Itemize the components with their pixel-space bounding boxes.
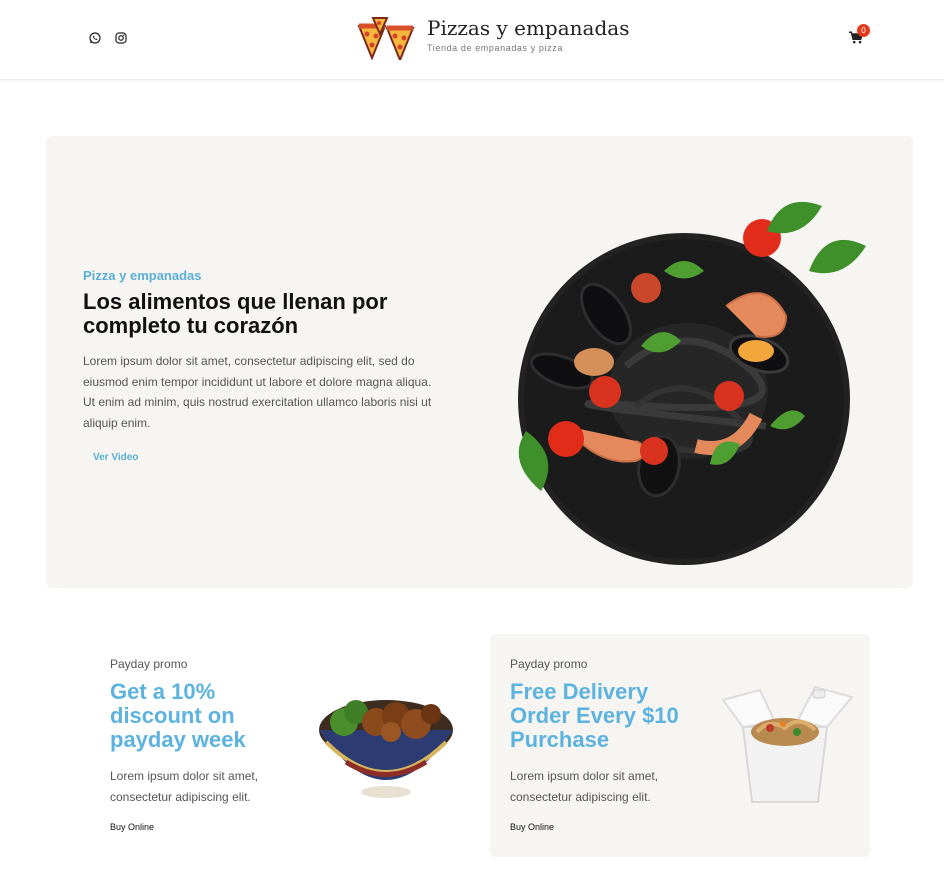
promo-card-delivery: Payday promo Free Delivery Order Every $… [490,634,870,857]
hero-title: Los alimentos que llenan por completo tu… [83,289,388,338]
whatsapp-icon[interactable] [88,31,102,45]
promo-description: Lorem ipsum dolor sit amet, consectetur … [510,769,659,804]
promo-card-discount: Payday promo Get a 10% discount on payda… [90,634,470,857]
pizza-logo-icon[interactable] [357,16,415,63]
site-header: Pizzas y empanadas Tienda de empanadas y… [0,0,944,80]
hero-kicker: Pizza y empanadas [83,268,202,283]
instagram-icon[interactable] [114,31,128,45]
hero-section: Pizza y empanadas Los alimentos que llen… [46,136,913,588]
pasta-plate-image [518,201,866,565]
promo-description: Lorem ipsum dolor sit amet, consectetur … [110,769,259,804]
buy-online-link[interactable]: Buy Online [510,822,554,832]
hero-description: Lorem ipsum dolor sit amet, consectetur … [83,354,432,430]
promo-kicker: Payday promo [510,657,588,671]
buy-online-link[interactable]: Buy Online [110,822,154,832]
cart-count-badge: 0 [857,24,870,37]
promo-title: Get a 10% discount on payday week [110,679,246,752]
promo-kicker: Payday promo [110,657,188,671]
brand-title[interactable]: Pizzas y empanadas [427,16,629,40]
noodle-box-image [721,685,854,803]
watch-video-link[interactable]: Ver Video [93,452,138,463]
rice-bowl-image [319,700,453,798]
promo-title: Free Delivery Order Every $10 Purchase [510,679,679,752]
brand-subtitle: Tienda de empanadas y pizza [427,43,563,53]
